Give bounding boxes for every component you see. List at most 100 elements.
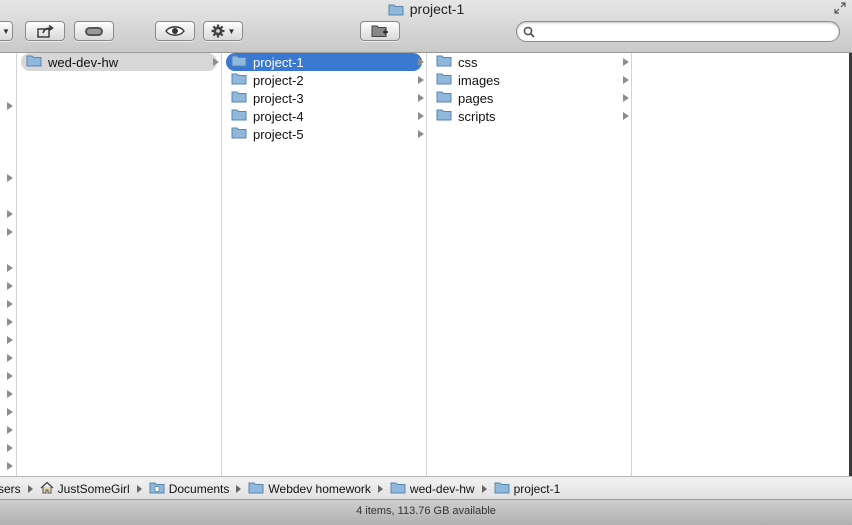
action-button[interactable]: ▼ — [203, 21, 243, 41]
breadcrumb-label: project-1 — [513, 481, 561, 496]
disclosure-arrow-icon — [418, 112, 424, 120]
breadcrumb-documents[interactable]: Documents — [149, 481, 229, 497]
search-icon — [523, 26, 535, 41]
window-title: project-1 — [0, 1, 852, 17]
breadcrumb-label: wed-dev-hw — [409, 481, 475, 496]
folder-icon — [231, 72, 247, 88]
disclosure-arrow-icon — [623, 94, 629, 102]
disclosure-arrow-icon — [418, 94, 424, 102]
disclosure-arrow-icon — [418, 58, 424, 66]
disclosure-arrow-icon — [7, 408, 13, 416]
folder-icon — [436, 54, 452, 70]
status-text: 4 items, 113.76 GB available — [356, 505, 496, 517]
breadcrumb-separator-icon — [27, 484, 33, 493]
list-item-project-3[interactable]: project-3 — [226, 89, 424, 107]
list-item-pages[interactable]: pages — [431, 89, 629, 107]
share-icon — [36, 24, 54, 38]
list-item-project-4[interactable]: project-4 — [226, 107, 424, 125]
folder-icon — [231, 108, 247, 124]
disclosure-arrow-icon — [7, 282, 13, 290]
status-bar: 4 items, 113.76 GB available — [0, 499, 852, 525]
list-item-css[interactable]: css — [431, 53, 629, 71]
folder-icon — [248, 481, 264, 497]
view-options-button[interactable]: ▼ — [0, 21, 13, 41]
breadcrumb-wed-dev-hw[interactable]: wed-dev-hw — [390, 481, 475, 497]
new-folder-icon — [371, 24, 389, 38]
folder-icon — [494, 481, 510, 497]
home-icon — [40, 481, 54, 497]
list-item-project-5[interactable]: project-5 — [226, 125, 424, 143]
share-button[interactable] — [25, 21, 65, 41]
disclosure-arrow-icon — [7, 210, 13, 218]
eye-icon — [165, 25, 185, 37]
folder-icon — [436, 90, 452, 106]
disclosure-arrow-icon — [7, 102, 13, 110]
column-1: wed-dev-hw — [17, 53, 222, 476]
list-item-label: project-2 — [253, 72, 304, 88]
column-3: css images pages scripts — [427, 53, 632, 476]
disclosure-arrow-icon — [7, 426, 13, 434]
search-field[interactable] — [516, 21, 840, 42]
folder-icon — [231, 90, 247, 106]
disclosure-arrow-icon — [7, 390, 13, 398]
quick-look-button[interactable] — [155, 21, 195, 41]
folder-icon — [388, 3, 404, 19]
list-item-label: project-3 — [253, 90, 304, 106]
toggle-toolbar-button[interactable] — [74, 21, 114, 41]
list-item-images[interactable]: images — [431, 71, 629, 89]
disclosure-arrow-icon — [7, 462, 13, 470]
list-item-label: wed-dev-hw — [48, 54, 119, 70]
breadcrumb-label: sers — [0, 481, 21, 496]
list-item-label: project-5 — [253, 126, 304, 142]
breadcrumb-separator-icon — [236, 484, 242, 493]
breadcrumb-separator-icon — [377, 484, 383, 493]
disclosure-arrow-icon — [7, 336, 13, 344]
disclosure-arrow-icon — [7, 372, 13, 380]
documents-folder-icon — [149, 481, 165, 497]
disclosure-arrow-icon — [418, 130, 424, 138]
list-item-label: css — [458, 54, 478, 70]
list-item-project-2[interactable]: project-2 — [226, 71, 424, 89]
chevron-down-icon: ▼ — [2, 26, 10, 36]
list-item-scripts[interactable]: scripts — [431, 107, 629, 125]
disclosure-arrow-icon — [418, 76, 424, 84]
breadcrumb-separator-icon — [481, 484, 487, 493]
breadcrumb-webdev-homework[interactable]: Webdev homework — [248, 481, 371, 497]
fullscreen-icon[interactable] — [834, 2, 846, 14]
disclosure-arrow-icon — [7, 228, 13, 236]
gear-icon — [211, 24, 225, 38]
folder-icon — [390, 481, 406, 497]
chevron-down-icon: ▼ — [227, 26, 236, 36]
column-4 — [632, 53, 852, 476]
pill-toggle-icon — [84, 26, 104, 37]
disclosure-arrow-icon — [7, 264, 13, 272]
list-item-label: images — [458, 72, 500, 88]
disclosure-arrow-icon — [7, 318, 13, 326]
disclosure-arrow-icon — [7, 174, 13, 182]
folder-icon — [436, 72, 452, 88]
folder-icon — [231, 126, 247, 142]
breadcrumb-users[interactable]: sers — [0, 482, 21, 496]
path-bar: sers JustSomeGirl Documents Webdev homew… — [0, 476, 852, 500]
list-item-label: project-1 — [253, 54, 304, 70]
toolbar: project-1 ▼ ▼ — [0, 0, 852, 53]
disclosure-arrow-icon — [7, 300, 13, 308]
search-input[interactable] — [541, 24, 835, 41]
column-browser: wed-dev-hw project-1 project-2 project-3… — [0, 53, 852, 476]
previous-column — [0, 53, 17, 476]
breadcrumb-project-1[interactable]: project-1 — [494, 481, 561, 497]
list-item-label: pages — [458, 90, 494, 106]
folder-icon — [231, 54, 247, 70]
breadcrumb-label: JustSomeGirl — [57, 481, 130, 496]
breadcrumb-separator-icon — [136, 484, 142, 493]
new-folder-button[interactable] — [360, 21, 400, 41]
list-item-wed-dev-hw[interactable]: wed-dev-hw — [21, 53, 219, 71]
disclosure-arrow-icon — [7, 444, 13, 452]
disclosure-arrow-icon — [623, 58, 629, 66]
disclosure-arrow-icon — [623, 76, 629, 84]
list-item-label: scripts — [458, 108, 496, 124]
list-item-project-1[interactable]: project-1 — [226, 53, 424, 71]
folder-icon — [26, 54, 42, 70]
breadcrumb-home[interactable]: JustSomeGirl — [40, 481, 130, 497]
breadcrumb-label: Webdev homework — [268, 481, 371, 496]
